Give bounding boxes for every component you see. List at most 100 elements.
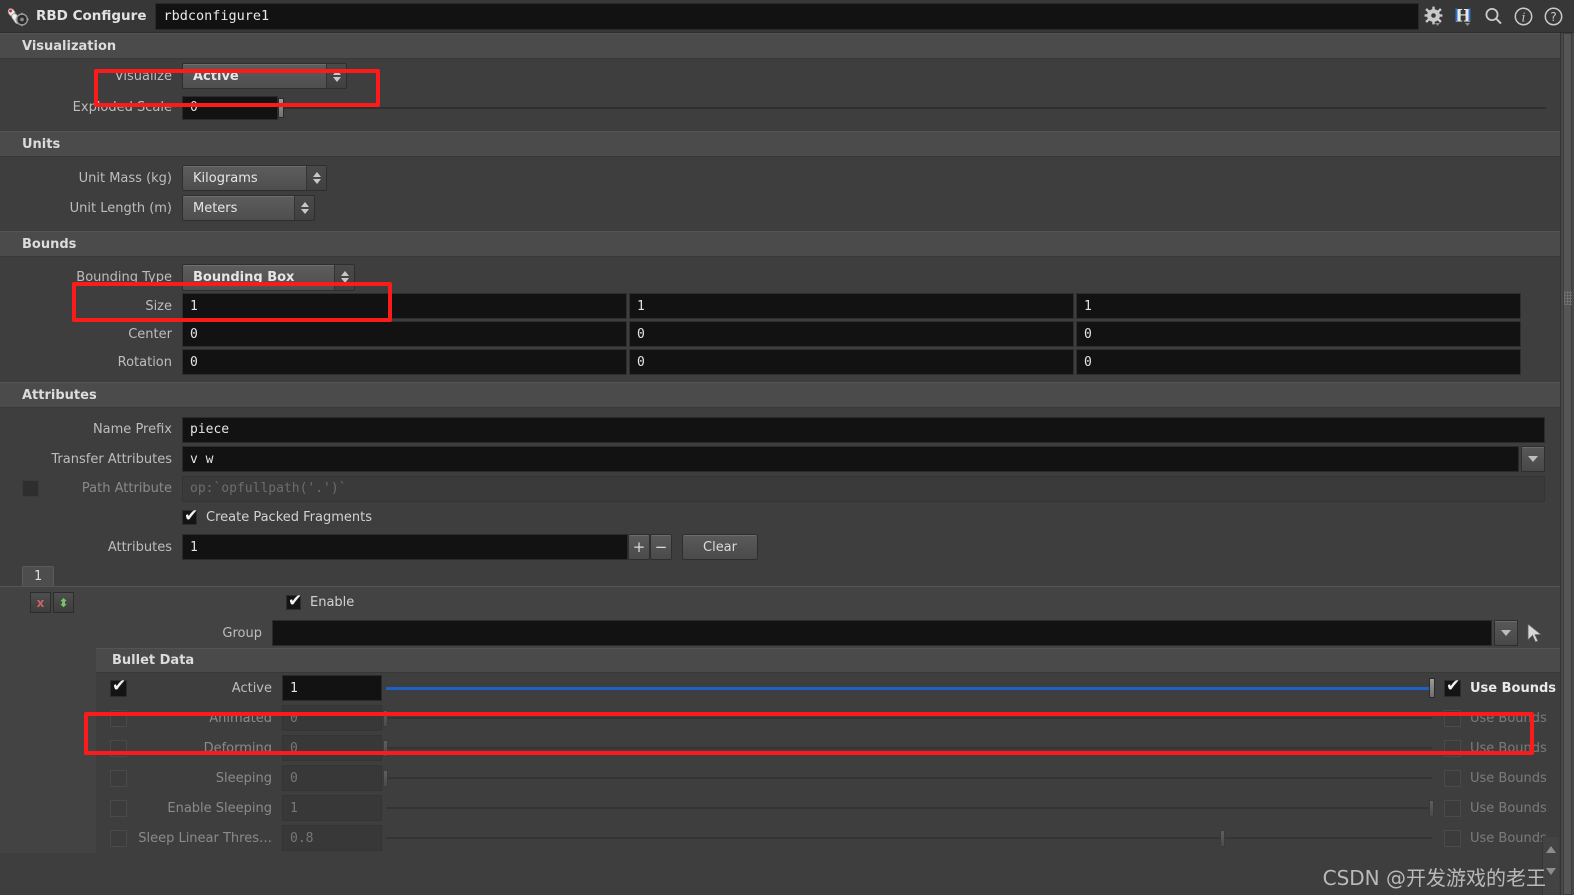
multiparm-tab-1[interactable]: 1 [22,566,55,586]
vertical-scrollbar[interactable] [1563,33,1572,895]
row-transfer-attributes: Transfer Attributes v w [0,444,1574,474]
move-instance-button[interactable]: ⬍ [53,592,74,613]
houdini-h-icon[interactable]: H [1453,6,1474,27]
attributes-count-input[interactable]: 1 [182,534,628,560]
bullet-data-row: Sleep Linear Thres… 0.8 Use Bounds [96,823,1574,853]
section-header-attributes: Attributes [0,382,1574,408]
bounding-type-spinner[interactable] [334,264,354,290]
scroll-down-icon[interactable] [1546,868,1556,875]
scroll-up-icon[interactable] [1546,846,1556,853]
bounds-cell[interactable]: 0 [629,321,1074,347]
bullet-row-label: Active [231,680,272,696]
splitter-grip-icon[interactable] [1564,291,1572,305]
multiparm-block: x ⬍ ✔ Enable Group Bullet Data ✔ Active 1 ✔… [0,586,1574,853]
group-menu-button[interactable] [1494,620,1518,646]
path-attribute-checkbox[interactable] [22,480,39,497]
bounds-body: Bounding Type Bounding Box Size 1 1 1 Center… [0,257,1574,382]
help-icon[interactable]: ? [1543,6,1564,27]
bounds-row-label: Size [145,298,172,314]
section-header-units: Units [0,131,1574,157]
path-attribute-input[interactable]: op:`opfullpath('.')` [182,475,1545,502]
bullet-row-input[interactable]: 0 [282,735,382,761]
bounds-cell[interactable]: 0 [182,349,627,375]
unit-length-dropdown[interactable]: Meters [182,195,315,221]
use-bounds-checkbox[interactable]: ✔ [1444,677,1461,697]
bullet-row-slider[interactable] [386,676,1435,700]
unit-length-spinner[interactable] [294,196,314,220]
check-icon: ✔ [288,591,303,611]
node-name-input[interactable]: rbdconfigure1 [155,2,1419,30]
gear-icon[interactable] [1423,6,1444,27]
use-bounds-checkbox[interactable] [1444,739,1461,757]
rbd-configure-parameter-panel: RBD Configure rbdconfigure1 H i ? Visual… [0,0,1574,895]
chevron-down-icon [1528,456,1538,462]
search-icon[interactable] [1483,6,1504,27]
bounds-cell[interactable]: 0 [629,349,1074,375]
group-select-arrow-icon[interactable] [1518,623,1552,643]
use-bounds-control[interactable]: Use Bounds [1432,799,1574,817]
delete-instance-button[interactable]: x [30,592,51,613]
use-bounds-checkbox[interactable] [1444,829,1461,847]
name-prefix-input[interactable]: piece [182,416,1545,443]
create-packed-fragments-label: Create Packed Fragments [206,509,373,525]
bullet-row-input[interactable]: 1 [282,675,382,701]
bullet-data-row: Deforming 0 Use Bounds [96,733,1574,763]
right-splitter[interactable] [1560,33,1574,895]
visualize-spinner[interactable] [326,64,346,88]
bullet-row-slider[interactable] [383,766,1432,790]
use-bounds-control[interactable]: ✔ Use Bounds [1432,677,1574,697]
bullet-data-row: Animated 0 Use Bounds [96,703,1574,733]
bullet-row-input[interactable]: 0.8 [282,825,382,851]
bullet-row-checkbox[interactable]: ✔ [110,677,127,697]
transfer-attributes-input[interactable]: v w [182,446,1519,472]
bounds-cell[interactable]: 1 [1076,293,1521,319]
bullet-row-input[interactable]: 0 [282,765,382,791]
bounding-type-dropdown[interactable]: Bounding Box [182,263,355,291]
bounds-cell[interactable]: 1 [629,293,1074,319]
bounds-cell[interactable]: 0 [1076,349,1521,375]
bullet-row-label: Animated [209,710,272,726]
bullet-row-slider[interactable] [386,796,1434,820]
use-bounds-control[interactable]: Use Bounds [1432,739,1574,757]
bullet-row-slider[interactable] [383,706,1432,730]
bullet-row-input[interactable]: 0 [282,705,382,731]
clear-attributes-button[interactable]: Clear [682,534,758,560]
enable-checkbox[interactable]: ✔ [286,591,303,611]
bullet-row-checkbox[interactable] [110,769,127,787]
unit-mass-value: Kilograms [193,170,258,186]
use-bounds-checkbox[interactable] [1444,769,1461,787]
bounds-cell[interactable]: 0 [182,321,627,347]
bounds-cell[interactable]: 1 [182,293,627,319]
bullet-row-slider[interactable] [386,826,1432,850]
visualization-body: Visualize Active Exploded Scale 0 [0,59,1574,131]
bullet-row-label: Enable Sleeping [167,800,272,816]
use-bounds-label: Use Bounds [1470,680,1557,696]
exploded-scale-slider[interactable] [278,96,1546,120]
unit-mass-spinner[interactable] [306,166,326,190]
remove-attribute-button[interactable]: − [650,534,672,560]
bullet-row-input[interactable]: 1 [282,795,382,821]
attributes-body: Name Prefix piece Transfer Attributes v … [0,408,1574,563]
unit-mass-dropdown[interactable]: Kilograms [182,165,327,191]
create-packed-fragments-checkbox[interactable]: ✔ [182,507,198,525]
use-bounds-control[interactable]: Use Bounds [1432,709,1574,727]
visualize-dropdown[interactable]: Active [182,63,347,89]
transfer-attributes-menu-button[interactable] [1521,446,1545,472]
use-bounds-control[interactable]: Use Bounds [1432,769,1574,787]
bounds-cell[interactable]: 0 [1076,321,1521,347]
bullet-row-checkbox[interactable] [110,829,127,847]
bullet-row-checkbox[interactable] [110,799,127,817]
info-icon[interactable]: i [1513,6,1534,27]
name-prefix-label: Name Prefix [92,422,172,437]
bullet-data-row: Enable Sleeping 1 Use Bounds [96,793,1574,823]
use-bounds-label: Use Bounds [1470,830,1547,846]
exploded-scale-input[interactable]: 0 [182,95,278,120]
bullet-row-slider[interactable] [383,736,1432,760]
bullet-row-checkbox[interactable] [110,709,127,727]
bullet-row-checkbox[interactable] [110,739,127,757]
use-bounds-checkbox[interactable] [1444,709,1461,727]
add-attribute-button[interactable]: + [628,534,650,560]
use-bounds-checkbox[interactable] [1444,799,1461,817]
group-input[interactable] [272,620,1492,646]
visualize-label: Visualize [114,68,172,84]
